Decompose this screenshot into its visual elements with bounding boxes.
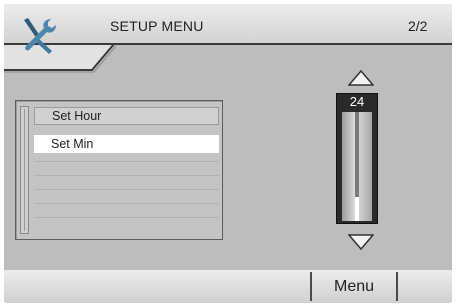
list-scrollbar[interactable]	[20, 106, 29, 234]
settings-list: Set Hour Set Min	[15, 100, 223, 240]
empty-row-divider	[34, 175, 219, 176]
menu-button[interactable]: Menu	[312, 270, 396, 303]
slider-track	[342, 112, 372, 221]
slider-value: 24	[349, 94, 365, 109]
page-title: SETUP MENU	[110, 18, 204, 34]
slider-level	[355, 197, 359, 221]
setup-screen: SETUP MENU 2/2 Set Hour Set Min 24 Menu	[4, 4, 452, 303]
list-item-set-min[interactable]: Set Min	[34, 135, 219, 153]
empty-row-divider	[34, 203, 219, 204]
empty-row-divider	[34, 217, 219, 218]
page-indicator: 2/2	[408, 18, 428, 34]
list-item-set-hour[interactable]: Set Hour	[34, 107, 219, 125]
value-slider[interactable]: 24	[336, 93, 378, 224]
tools-icon	[24, 18, 56, 54]
triangle-down-icon[interactable]	[348, 234, 374, 250]
header-frame	[4, 43, 452, 73]
footer-bar: Menu	[4, 270, 452, 303]
empty-row-divider	[34, 189, 219, 190]
footer-divider	[396, 272, 398, 301]
empty-row-divider	[34, 161, 219, 162]
triangle-up-icon[interactable]	[348, 70, 374, 86]
